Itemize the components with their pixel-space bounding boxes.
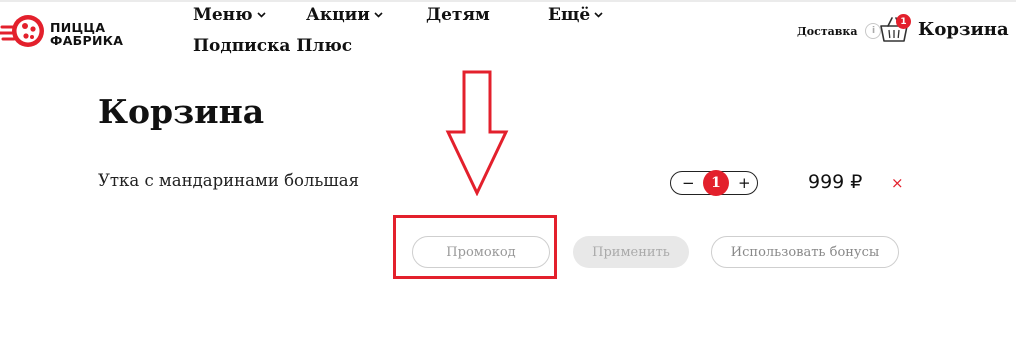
chevron-down-icon [374, 12, 383, 18]
quantity-stepper[interactable]: − 1 + [670, 170, 758, 196]
remove-item-icon[interactable]: × [891, 174, 904, 192]
page-title: Корзина [98, 92, 265, 131]
quantity-value: 1 [703, 170, 729, 196]
logo-text: ПИЦЦА ФАБРИКА [50, 21, 123, 47]
nav-subscription[interactable]: Подписка Плюс [193, 36, 352, 56]
use-bonuses-button[interactable]: Использовать бонусы [711, 236, 899, 268]
nav-subscription-label: Подписка Плюс [193, 36, 353, 56]
chevron-down-icon [256, 12, 266, 18]
cart-icon-wrap: 1 [878, 14, 911, 44]
cart-item-price: 999 ₽ [808, 171, 863, 193]
logo[interactable]: ПИЦЦА ФАБРИКА [0, 10, 130, 52]
nav-kids[interactable]: Детям [426, 5, 490, 25]
apply-promo-button[interactable]: Применить [573, 236, 689, 268]
nav-promotions-label: Акции [306, 5, 370, 25]
delivery-link[interactable]: Доставка i [797, 23, 882, 39]
delivery-label: Доставка [797, 24, 858, 38]
cart-button[interactable]: 1 Корзина [878, 14, 1009, 44]
nav-menu[interactable]: Меню [193, 5, 266, 25]
cart-item-name: Утка с мандаринами большая [98, 171, 359, 190]
promo-code-input[interactable] [412, 236, 550, 268]
decrease-quantity-button[interactable]: − [682, 174, 695, 192]
annotation-arrow-icon [445, 70, 509, 196]
nav-more-label: Ещё [548, 5, 591, 25]
nav-menu-label: Меню [193, 5, 253, 25]
nav-promotions[interactable]: Акции [306, 5, 383, 25]
logo-pizza-icon [0, 15, 44, 47]
nav-more[interactable]: Ещё [548, 5, 603, 25]
nav-kids-label: Детям [426, 5, 490, 25]
cart-label: Корзина [918, 18, 1009, 40]
header-divider [0, 0, 1016, 2]
chevron-down-icon [594, 12, 603, 18]
logo-text-line2: ФАБРИКА [50, 33, 124, 48]
increase-quantity-button[interactable]: + [738, 174, 751, 192]
cart-count-badge: 1 [896, 14, 911, 29]
